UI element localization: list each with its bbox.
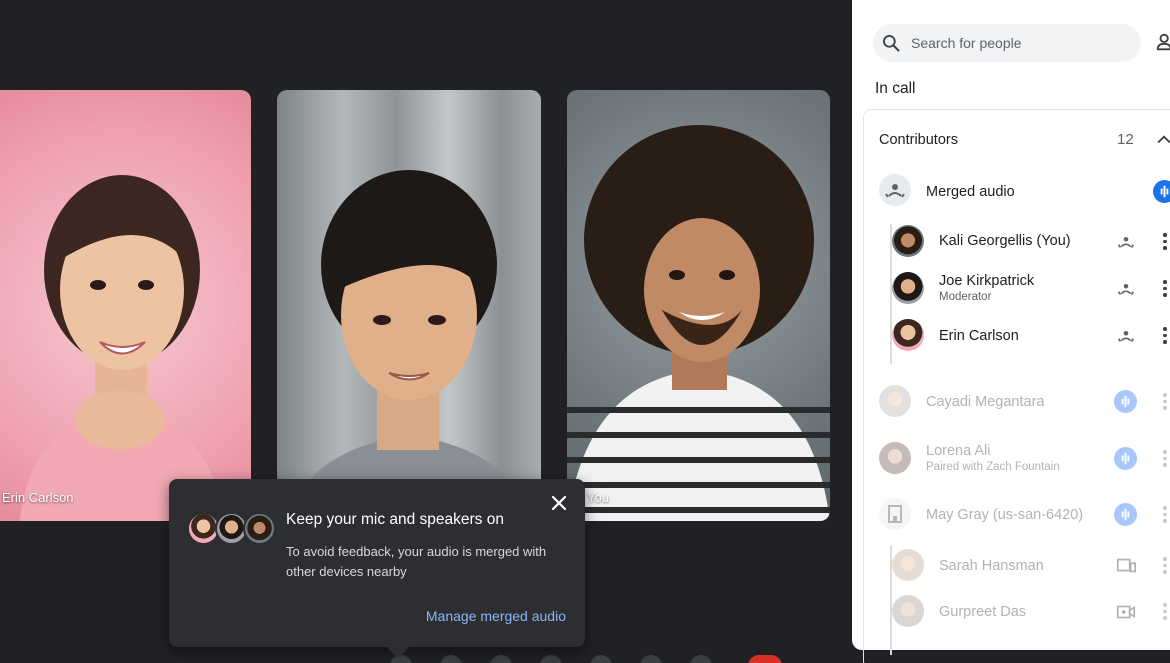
- participant-role: Moderator: [939, 291, 992, 303]
- tile-name: You: [587, 490, 609, 505]
- toolbar-button[interactable]: [390, 655, 412, 663]
- contributors-count: 12: [1117, 131, 1134, 148]
- list-item[interactable]: Lorena Ali Paired with Zach Fountain: [864, 437, 1170, 481]
- speaking-indicator: [1114, 503, 1137, 526]
- avatar-group: [187, 512, 276, 545]
- participant-name: May Gray (us-san-6420): [926, 507, 1084, 523]
- merged-audio-label: Merged audio: [926, 184, 1015, 200]
- toolbar-button[interactable]: [690, 655, 712, 663]
- avatar: [892, 319, 924, 351]
- leave-call-button[interactable]: [748, 655, 782, 663]
- add-person-icon[interactable]: [1155, 31, 1170, 53]
- tile-name: Erin Carlson: [2, 490, 74, 505]
- avatar: [892, 225, 924, 257]
- video-tile-you[interactable]: You: [567, 90, 830, 521]
- merged-audio-row[interactable]: Merged audio: [864, 169, 1170, 213]
- list-item[interactable]: Gurpreet Das: [864, 590, 1170, 634]
- merged-audio-avatar: [879, 174, 911, 206]
- contributors-label: Contributors: [879, 132, 958, 148]
- more-options-icon[interactable]: [1162, 603, 1168, 621]
- toolbar-button[interactable]: [440, 655, 462, 663]
- building-icon: [888, 505, 902, 523]
- more-options-icon[interactable]: [1162, 327, 1168, 345]
- close-icon[interactable]: [547, 491, 571, 515]
- merged-audio-icon: [885, 184, 905, 198]
- merged-audio-icon: [1117, 330, 1135, 342]
- participant-name: Erin Carlson: [939, 328, 1019, 344]
- list-item[interactable]: May Gray (us-san-6420): [864, 493, 1170, 537]
- participant-name: Lorena Ali: [926, 443, 991, 459]
- room-avatar: [879, 498, 911, 530]
- avatar: [879, 385, 911, 417]
- participant-name: Joe Kirkpatrick: [939, 273, 1035, 289]
- participant-video: [287, 170, 531, 521]
- list-item[interactable]: Kali Georgellis (You): [864, 220, 1170, 264]
- list-item[interactable]: Sarah Hansman: [864, 544, 1170, 588]
- contributors-card: Contributors 12 Merged audio Kali George…: [863, 109, 1170, 663]
- popup-title: Keep your mic and speakers on: [286, 511, 504, 528]
- participant-video: [20, 175, 225, 521]
- toolbar-button[interactable]: [640, 655, 662, 663]
- video-tile-joe[interactable]: [277, 90, 541, 521]
- search-bar[interactable]: [873, 24, 1141, 62]
- more-options-icon[interactable]: [1162, 506, 1168, 524]
- search-input[interactable]: [911, 24, 1131, 62]
- more-options-icon[interactable]: [1162, 557, 1168, 575]
- toolbar-button[interactable]: [590, 655, 612, 663]
- list-item[interactable]: Erin Carlson: [864, 314, 1170, 358]
- toolbar-button[interactable]: [490, 655, 512, 663]
- more-options-icon[interactable]: [1162, 450, 1168, 468]
- video-tile-erin[interactable]: Erin Carlson: [0, 90, 251, 521]
- participant-paired: Paired with Zach Fountain: [926, 461, 1060, 473]
- avatar: [892, 595, 924, 627]
- section-title: In call: [875, 80, 916, 97]
- list-item[interactable]: Cayadi Megantara: [864, 380, 1170, 424]
- speaking-indicator: [1114, 447, 1137, 470]
- merged-audio-icon: [1117, 236, 1135, 248]
- manage-merged-audio-link[interactable]: Manage merged audio: [426, 608, 566, 624]
- more-options-icon[interactable]: [1162, 233, 1168, 251]
- merged-audio-icon: [1117, 283, 1135, 295]
- chevron-up-icon[interactable]: [1154, 130, 1170, 150]
- popup-body: To avoid feedback, your audio is merged …: [286, 544, 547, 579]
- toolbar-button[interactable]: [540, 655, 562, 663]
- search-icon: [883, 35, 900, 52]
- participant-name: Sarah Hansman: [939, 558, 1044, 574]
- more-options-icon[interactable]: [1162, 393, 1168, 411]
- avatar: [243, 512, 276, 545]
- more-options-icon[interactable]: [1162, 280, 1168, 298]
- list-item[interactable]: Joe Kirkpatrick Moderator: [864, 267, 1170, 311]
- speaking-indicator: [1114, 390, 1137, 413]
- avatar: [879, 442, 911, 474]
- avatar: [892, 272, 924, 304]
- video-icon: [1116, 605, 1136, 619]
- participant-name: Cayadi Megantara: [926, 394, 1045, 410]
- people-panel: In call Contributors 12 Merged audio Kal…: [852, 0, 1170, 663]
- merged-audio-popup: Keep your mic and speakers on To avoid f…: [169, 479, 585, 647]
- device-icon: [1116, 558, 1136, 573]
- participant-name: Kali Georgellis (You): [939, 233, 1071, 249]
- participant-video: [567, 125, 830, 521]
- participant-name: Gurpreet Das: [939, 604, 1027, 620]
- speaking-indicator: [1153, 180, 1170, 203]
- avatar: [892, 549, 924, 581]
